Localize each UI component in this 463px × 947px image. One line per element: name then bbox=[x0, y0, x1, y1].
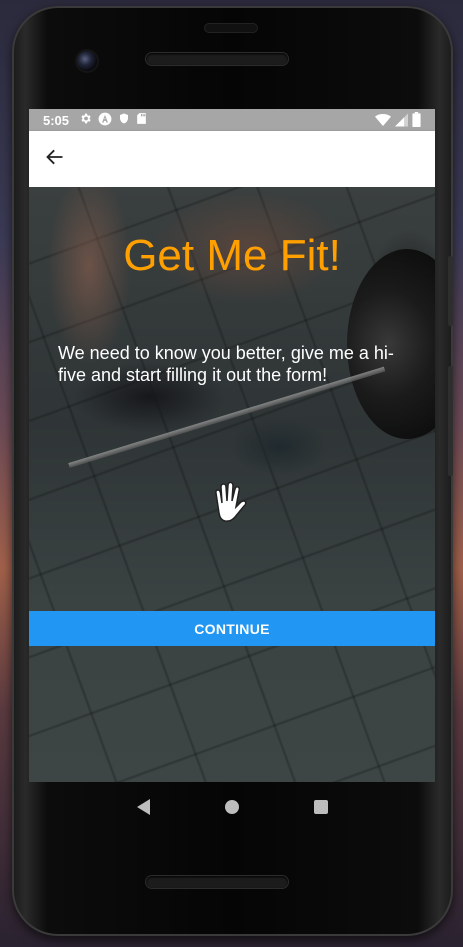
front-camera bbox=[77, 51, 97, 71]
hi-five-hand-icon[interactable] bbox=[205, 479, 255, 529]
status-bar: 5:05 bbox=[29, 109, 435, 131]
back-button[interactable] bbox=[39, 143, 71, 175]
earpiece bbox=[205, 24, 257, 32]
shield-icon bbox=[118, 112, 130, 128]
status-time: 5:05 bbox=[43, 112, 70, 128]
nav-recents-icon[interactable] bbox=[313, 800, 328, 814]
page-title: Get Me Fit! bbox=[123, 231, 341, 280]
phone-screen: 5:05 Get Me Fit! We need to know you bet… bbox=[29, 109, 435, 782]
background-image: Get Me Fit! We need to know you better, … bbox=[29, 187, 435, 782]
sd-card-icon bbox=[136, 112, 147, 128]
continue-button[interactable]: CONTINUE bbox=[29, 611, 435, 646]
bottom-speaker bbox=[146, 876, 288, 888]
power-button bbox=[448, 256, 453, 326]
android-auto-icon bbox=[98, 112, 112, 129]
gear-icon bbox=[79, 112, 92, 128]
arrow-back-icon bbox=[45, 147, 65, 172]
top-speaker bbox=[146, 53, 288, 65]
app-bar bbox=[29, 131, 435, 187]
nav-back-icon[interactable] bbox=[136, 799, 150, 815]
system-nav-bar bbox=[29, 782, 435, 832]
battery-icon bbox=[412, 112, 421, 130]
volume-button bbox=[448, 366, 453, 476]
status-right-icons bbox=[375, 112, 421, 130]
wifi-icon bbox=[375, 113, 391, 130]
page-description: We need to know you better, give me a hi… bbox=[58, 343, 394, 385]
nav-home-icon[interactable] bbox=[224, 800, 239, 814]
signal-icon bbox=[395, 113, 408, 130]
